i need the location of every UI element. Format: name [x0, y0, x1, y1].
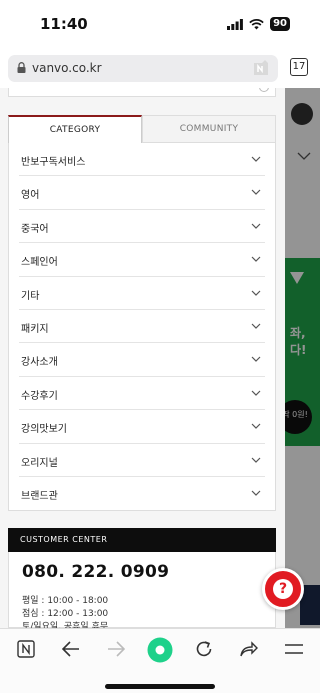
category-menu-label: 영어: [21, 190, 40, 202]
chevron-down-icon: [251, 356, 261, 363]
category-menu-label: 스페인어: [21, 257, 58, 269]
chevron-down-icon: [251, 256, 261, 263]
category-menu-item[interactable]: 반보구독서비스: [19, 143, 265, 177]
help-button[interactable]: ?: [262, 568, 304, 610]
menu-icon[interactable]: [282, 637, 306, 661]
chevron-down-icon: [251, 189, 261, 196]
holiday-notice: 토/일요일, 공휴일 휴무: [22, 622, 109, 628]
tab-category[interactable]: CATEGORY: [8, 115, 142, 143]
battery-indicator: 90: [270, 17, 290, 31]
weekday-hours: 평일 : 10:00 - 18:00: [22, 596, 109, 606]
status-time: 11:40: [40, 15, 88, 33]
tab-community[interactable]: COMMUNITY: [142, 115, 276, 143]
share-icon[interactable]: [237, 637, 261, 661]
category-menu-label: 반보구독서비스: [21, 157, 86, 168]
category-menu-item[interactable]: 강의맛보기: [19, 410, 265, 444]
status-icons: 90: [227, 17, 290, 31]
category-menu-label: 강의맛보기: [21, 424, 67, 436]
category-menu-label: 중국어: [21, 223, 49, 235]
customer-center-box: 080. 222. 0909 평일 : 10:00 - 18:00 점심 : 1…: [8, 552, 276, 628]
category-menu-item[interactable]: 브랜드관: [19, 477, 265, 510]
chevron-down-icon: [251, 156, 261, 162]
home-circle-icon[interactable]: [147, 637, 173, 663]
back-arrow-icon[interactable]: [59, 637, 83, 661]
category-menu-item[interactable]: 강사소개: [19, 343, 265, 377]
wifi-icon: [249, 18, 264, 29]
category-menu-list: 반보구독서비스영어중국어스페인어기타패키지강사소개수강후기강의맛보기오리지널브랜…: [8, 143, 276, 511]
naver-n-icon[interactable]: [14, 637, 38, 661]
drawer-tabs: CATEGORY COMMUNITY: [8, 115, 276, 143]
category-menu-label: 수강후기: [21, 390, 58, 402]
drawer-search-fragment: [8, 88, 276, 97]
url-text: vanvo.co.kr: [32, 61, 102, 75]
status-bar: 11:40 90: [0, 0, 320, 48]
customer-center-phone[interactable]: 080. 222. 0909: [22, 562, 169, 582]
chevron-down-icon: [251, 290, 261, 296]
category-menu-label: 강사소개: [21, 357, 58, 369]
search-icon: [259, 88, 269, 92]
chevron-down-icon: [251, 390, 261, 396]
lock-icon: [17, 62, 26, 73]
category-menu-item[interactable]: 패키지: [19, 310, 265, 344]
tabs-count-button[interactable]: 17: [290, 58, 308, 76]
category-menu-label: 기타: [21, 290, 40, 302]
reload-icon[interactable]: [192, 637, 216, 661]
chevron-down-icon: [251, 457, 261, 463]
question-mark-icon: ?: [273, 579, 293, 599]
category-menu-item[interactable]: 수강후기: [19, 377, 265, 411]
chevron-down-icon: [251, 323, 261, 329]
category-menu-item[interactable]: 중국어: [19, 210, 265, 244]
category-menu-item[interactable]: 오리지널: [19, 444, 265, 477]
home-indicator: [105, 684, 215, 689]
chevron-down-icon: [251, 490, 261, 496]
lunch-hours: 점심 : 12:00 - 13:00: [22, 609, 109, 619]
naver-reader-icon[interactable]: [252, 59, 270, 77]
mobile-browser-screen: 11:40 90 vanvo.co.kr 17 좌, 다! 딱 0원! CATE…: [0, 0, 320, 693]
category-menu-label: 패키지: [21, 323, 49, 335]
signal-icon: [227, 18, 243, 30]
category-menu-label: 브랜드관: [21, 490, 58, 502]
customer-center-title: CUSTOMER CENTER: [8, 528, 276, 552]
chevron-down-icon: [251, 223, 261, 229]
category-menu-label: 오리지널: [21, 457, 58, 469]
forward-arrow-icon[interactable]: [104, 637, 128, 661]
category-menu-item[interactable]: 기타: [19, 277, 265, 310]
category-menu-item[interactable]: 영어: [19, 176, 265, 210]
category-menu-item[interactable]: 스페인어: [19, 243, 265, 277]
chevron-down-icon: [251, 423, 261, 429]
address-bar[interactable]: vanvo.co.kr: [8, 55, 278, 82]
side-drawer-menu: CATEGORY COMMUNITY 반보구독서비스영어중국어스페인어기타패키지…: [0, 88, 285, 628]
